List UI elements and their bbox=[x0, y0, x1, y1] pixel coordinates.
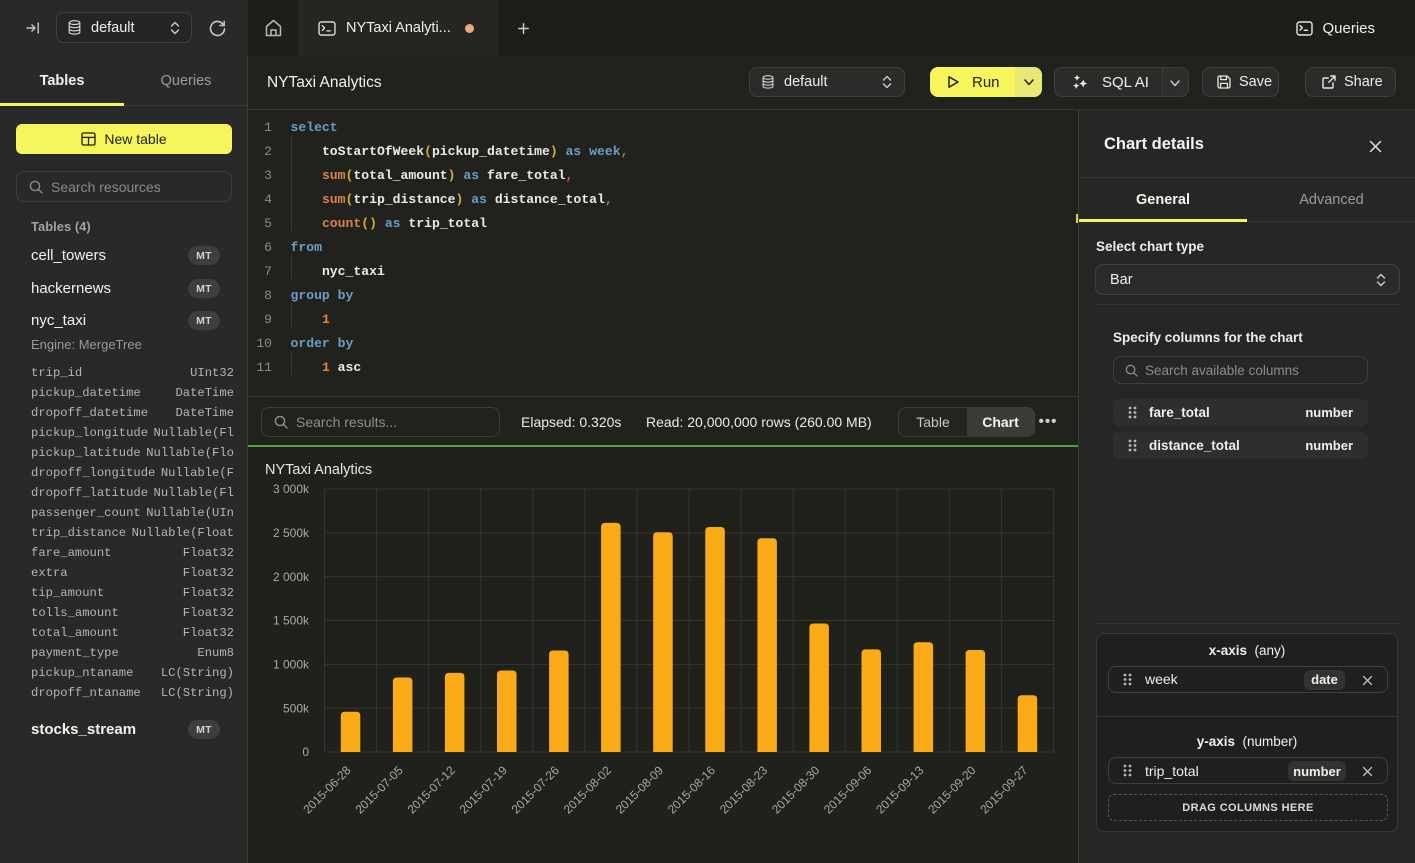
svg-text:3 000k: 3 000k bbox=[273, 482, 310, 496]
svg-text:2 000k: 2 000k bbox=[273, 570, 310, 584]
svg-text:1 500k: 1 500k bbox=[273, 614, 310, 628]
svg-text:NYTaxi Analytics: NYTaxi Analytics bbox=[265, 462, 372, 478]
svg-text:2015-09-27: 2015-09-27 bbox=[977, 763, 1031, 817]
svg-text:1 000k: 1 000k bbox=[273, 658, 310, 672]
svg-text:2015-08-30: 2015-08-30 bbox=[769, 763, 823, 817]
svg-text:2015-08-16: 2015-08-16 bbox=[665, 763, 719, 817]
svg-text:2015-07-19: 2015-07-19 bbox=[457, 763, 511, 817]
svg-text:2015-08-23: 2015-08-23 bbox=[717, 763, 771, 817]
svg-text:2015-06-28: 2015-06-28 bbox=[300, 763, 354, 817]
svg-text:2015-07-12: 2015-07-12 bbox=[405, 763, 459, 817]
svg-text:2015-08-09: 2015-08-09 bbox=[613, 763, 667, 817]
svg-text:500k: 500k bbox=[283, 701, 310, 715]
svg-text:2015-09-20: 2015-09-20 bbox=[925, 763, 979, 817]
svg-text:2015-08-02: 2015-08-02 bbox=[561, 763, 615, 817]
svg-text:0: 0 bbox=[302, 745, 309, 759]
svg-text:2015-07-05: 2015-07-05 bbox=[352, 763, 406, 817]
svg-text:2 500k: 2 500k bbox=[273, 526, 310, 540]
svg-text:2015-07-26: 2015-07-26 bbox=[509, 763, 563, 817]
svg-text:2015-09-06: 2015-09-06 bbox=[821, 763, 875, 817]
svg-text:2015-09-13: 2015-09-13 bbox=[873, 763, 927, 817]
